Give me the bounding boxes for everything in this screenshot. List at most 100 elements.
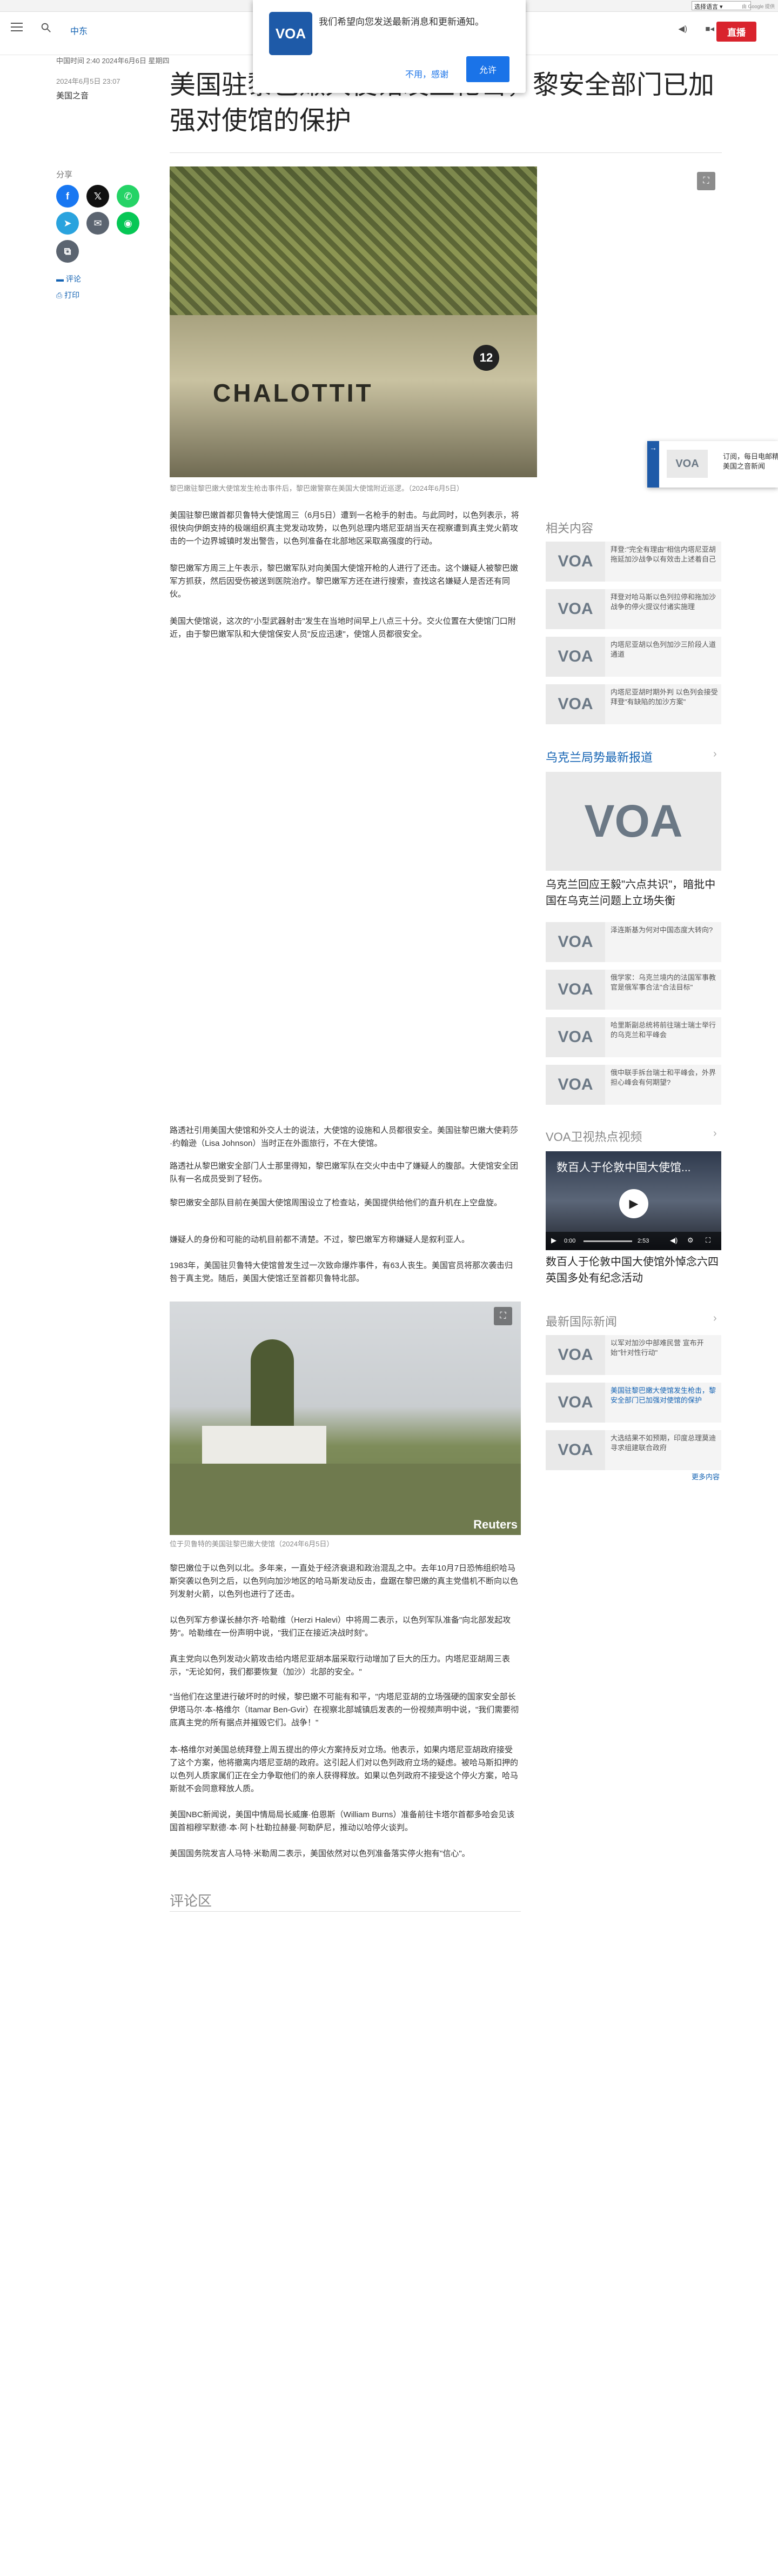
video-controls: ▶ 0:00 2:53 ◀) ⚙ ⛶ <box>546 1232 721 1250</box>
email-share-icon[interactable]: ✉ <box>86 212 109 235</box>
voa-logo: VOA <box>546 589 605 629</box>
menu-icon[interactable] <box>11 23 23 32</box>
video-icon[interactable]: ■◂ <box>705 24 714 34</box>
related-item[interactable]: VOA 内塔尼亚胡以色列加沙三阶段人道通道 <box>546 637 721 677</box>
article-paragraph: 以色列军方参谋长赫尔齐·哈勒维（Herzi Halevi）中将周二表示，以色列军… <box>170 1616 511 1638</box>
voa-logo: VOA <box>546 637 605 677</box>
voa-logo: VOA <box>269 12 312 55</box>
building <box>202 1426 326 1464</box>
ukraine-headline[interactable]: 乌克兰回应王毅"六点共识"，暗批中国在乌克兰问题上立场失衡 <box>546 877 721 909</box>
volume-icon[interactable]: ◀) <box>670 1236 678 1245</box>
expand-icon[interactable]: ⛶ <box>697 172 715 190</box>
divider <box>170 152 722 153</box>
video-progress[interactable] <box>584 1240 632 1242</box>
article-paragraph: 美国大使馆说，这次的"小型武器射击"发生在当地时间早上八点三十分。交火位置在大使… <box>170 617 516 639</box>
related-item[interactable]: VOA 拜登:"完全有理由"相信内塔尼亚胡拖延加沙战争以有效击上述着自己 <box>546 542 721 582</box>
whatsapp-share-icon[interactable]: ✆ <box>117 185 139 208</box>
voa-logo: VOA <box>546 1430 605 1470</box>
publish-date: 2024年6月5日 23:07 <box>56 77 120 85</box>
intl-news-item[interactable]: VOA 美国驻黎巴嫩大使馆发生枪击，黎安全部门已加强对使馆的保护 <box>546 1383 721 1423</box>
line-share-icon[interactable]: ◉ <box>117 212 139 235</box>
video-heading[interactable]: VOA卫视热点视频 <box>546 1127 642 1145</box>
hero-image: CHALOTTIT 12 <box>170 166 537 477</box>
related-item[interactable]: VOA 内塔尼亚胡时期外判 以色列会接受拜登"有缺陷的加沙方案" <box>546 684 721 724</box>
comment-action[interactable]: ▬ 评论 <box>56 273 81 284</box>
embassy-image: Reuters <box>170 1302 521 1535</box>
video-time-duration: 2:53 <box>638 1238 649 1244</box>
chevron-right-icon[interactable]: › <box>713 1127 717 1140</box>
hero-caption: 黎巴嫩驻黎巴嫩大使馆发生枪击事件后，黎巴嫩警察在美国大使馆附近巡逻。（2024年… <box>170 484 464 492</box>
voa-logo: VOA <box>546 970 605 1010</box>
vehicle-text: CHALOTTIT <box>213 379 373 407</box>
ukraine-item[interactable]: VOA 泽连斯基为何对中国态度大转向? <box>546 922 721 962</box>
subscribe-popup[interactable]: → VOA 订阅，每日电邮精选美国之音新闻 <box>647 441 778 488</box>
ukraine-heading[interactable]: 乌克兰局势最新报道 <box>546 748 653 765</box>
article-paragraph: 1983年，美国驻贝鲁特大使馆曾发生过一次致命爆炸事件，有63人丧生。美国官员将… <box>170 1261 513 1283</box>
article-paragraph: 美国NBC新闻说，美国中情局局长威廉·伯恩斯（William Burns）准备前… <box>170 1810 515 1832</box>
ukraine-item[interactable]: VOA 俄学家：乌克兰境内的法国军事教官是俄军事合法"合法目标" <box>546 970 721 1010</box>
search-icon[interactable] <box>40 22 52 34</box>
voa-logo: VOA <box>546 1383 605 1423</box>
section-nav-label[interactable]: 中东 <box>70 24 88 37</box>
video-overlay-title: 数百人于伦敦中国大使馆... <box>556 1162 691 1174</box>
notification-message: 我们希望向您发送最新消息和更新通知。 <box>319 17 484 27</box>
comments-heading: 评论区 <box>170 1893 212 1909</box>
ukraine-item[interactable]: VOA 哈里斯副总统将前往瑞士瑞士举行的乌克兰和平峰会 <box>546 1017 721 1057</box>
ukraine-item[interactable]: VOA 俄中联手拆台瑞士和平峰会，外界担心峰会有何期望? <box>546 1065 721 1105</box>
article-paragraph: 本-格维尔对美国总统拜登上周五提出的停火方案持反对立场。他表示，如果内塔尼亚胡政… <box>170 1745 519 1793</box>
play-small-icon[interactable]: ▶ <box>551 1236 556 1245</box>
article-paragraph: 美国国务院发言人马特·米勒周二表示，美国依然对以色列准备落实停火抱有"信心"。 <box>170 1849 470 1858</box>
image-caption: 位于贝鲁特的美国驻黎巴嫩大使馆（2024年6月5日） <box>170 1540 334 1548</box>
intl-news-item[interactable]: VOA 大选结果不如预期，印度总理莫迪寻求组建联合政府 <box>546 1430 721 1470</box>
voa-logo[interactable]: VOA <box>546 772 721 871</box>
settings-icon[interactable]: ⚙ <box>687 1236 694 1245</box>
expand-icon[interactable]: ⛶ <box>494 1307 512 1325</box>
allow-button[interactable]: 允许 <box>466 56 509 82</box>
language-select-value: 选择语言 <box>694 4 718 10</box>
article-paragraph: 嫌疑人的身份和可能的动机目前都不清楚。不过，黎巴嫩军方称嫌疑人是叙利亚人。 <box>170 1235 470 1244</box>
voa-logo: VOA <box>546 542 605 582</box>
print-icon: ⎙ <box>56 291 65 299</box>
article-paragraph: 真主党向以色列发动火箭攻击给内塔尼亚胡本届采取行动增加了巨大的压力。内塔尼亚胡周… <box>170 1654 511 1677</box>
article-paragraph: 黎巴嫩军方周三上午表示，黎巴嫩军队对向美国大使馆开枪的人进行了还击。这个嫌疑人被… <box>170 564 519 599</box>
powered-by-label: 由 Google 提供 <box>741 4 775 9</box>
arrow-icon[interactable]: → <box>649 443 657 452</box>
article-paragraph: 黎巴嫩安全部队目前在美国大使馆周围设立了检查站，美国提供给他们的直升机在上空盘旋… <box>170 1198 502 1207</box>
more-link[interactable]: 更多内容 <box>692 1471 720 1481</box>
voa-logo: VOA <box>546 1017 605 1057</box>
article-paragraph: 路透社从黎巴嫩安全部门人士那里得知，黎巴嫩军队在交火中击中了嫌疑人的腹部。大使馆… <box>170 1162 519 1184</box>
audio-icon[interactable]: ◀) <box>678 24 687 34</box>
video-player[interactable]: 数百人于伦敦中国大使馆... ▶ ▶ 0:00 2:53 ◀) ⚙ ⛶ <box>546 1151 721 1250</box>
share-label: 分享 <box>56 170 73 179</box>
play-icon[interactable]: ▶ <box>619 1189 648 1218</box>
voa-logo: VOA <box>546 1065 605 1105</box>
voa-logo: VOA <box>546 684 605 724</box>
article-paragraph: "当他们在这里进行破坏时的时候，黎巴嫩不可能有和平，"内塔尼亚胡的立场强硬的国家… <box>170 1692 519 1727</box>
notification-prompt: VOA 我们希望向您发送最新消息和更新通知。 不用，感谢 允许 <box>253 0 526 93</box>
telegram-share-icon[interactable]: ➤ <box>56 212 79 235</box>
dateline: 中国时间 2:40 2024年6月6日 星期四 <box>56 57 170 65</box>
article-paragraph: 黎巴嫩位于以色列以北。多年来，一直处于经济衰退和政治混乱之中。去年10月7日恐怖… <box>170 1564 519 1599</box>
wall <box>170 1464 521 1535</box>
video-caption[interactable]: 数百人于伦敦中国大使馆外悼念六四 英国多处有纪念活动 <box>546 1254 721 1286</box>
intl-news-item[interactable]: VOA 以军对加沙中部难民营 宣布开始"针对性行动" <box>546 1335 721 1375</box>
fullscreen-icon[interactable]: ⛶ <box>706 1236 710 1245</box>
voa-logo: VOA <box>546 922 605 962</box>
related-item[interactable]: VOA 拜登对哈马斯以色列拉停和拖加沙战争的停火提议付诸实施理 <box>546 589 721 629</box>
chevron-right-icon[interactable]: › <box>713 1312 717 1325</box>
intl-news-heading[interactable]: 最新国际新闻 <box>546 1312 617 1330</box>
copy-link-icon[interactable]: ⧉ <box>56 240 79 263</box>
video-time-current: 0:00 <box>564 1238 576 1244</box>
live-button[interactable]: 直播 <box>716 22 756 42</box>
facebook-share-icon[interactable]: f <box>56 185 79 208</box>
reuters-watermark: Reuters <box>473 1518 518 1531</box>
chevron-right-icon[interactable]: › <box>713 748 717 760</box>
article-paragraph: 美国驻黎巴嫩首都贝鲁特大使馆周三（6月5日）遭到一名枪手的射击。与此同时，以色列… <box>170 511 519 546</box>
voa-logo: VOA <box>667 450 708 478</box>
voa-logo: VOA <box>546 1335 605 1375</box>
vehicle-number: 12 <box>473 345 499 371</box>
decline-button[interactable]: 不用，感谢 <box>400 63 454 84</box>
x-share-icon[interactable]: 𝕏 <box>86 185 109 208</box>
print-action[interactable]: ⎙ 打印 <box>56 290 79 301</box>
category-label[interactable]: 美国之音 <box>56 90 89 101</box>
